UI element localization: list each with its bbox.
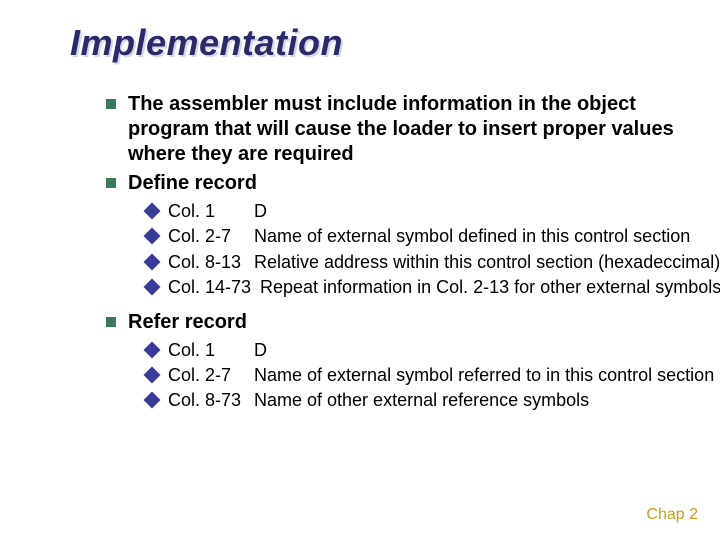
col-desc: Name of external symbol defined in this …	[254, 226, 690, 246]
col-desc: D	[254, 201, 267, 221]
bullet-item: Refer record	[106, 310, 696, 335]
diamond-bullet-icon	[144, 203, 161, 220]
col-label: Col. 8-73	[168, 389, 254, 412]
slide-footer: Chap 2	[646, 506, 698, 524]
col-label: Col. 1	[168, 200, 254, 223]
col-label: Col. 2-7	[168, 364, 254, 387]
col-desc: D	[254, 340, 267, 360]
col-label: Col. 2-7	[168, 225, 254, 248]
title-block: Implementation Implementation	[70, 22, 696, 74]
col-label: Col. 1	[168, 339, 254, 362]
col-desc: Repeat information in Col. 2-13 for othe…	[260, 277, 720, 297]
sub-text: Col. 14-73Repeat information in Col. 2-1…	[168, 276, 720, 299]
sub-item: Col. 1D	[146, 339, 696, 362]
diamond-bullet-icon	[144, 366, 161, 383]
col-desc: Name of other external reference symbols	[254, 390, 589, 410]
diamond-bullet-icon	[144, 253, 161, 270]
square-bullet-icon	[106, 99, 116, 109]
slide: Implementation Implementation The assemb…	[0, 0, 720, 540]
sub-item: Col. 1D	[146, 200, 696, 223]
diamond-bullet-icon	[144, 228, 161, 245]
sub-item: Col. 2-7Name of external symbol defined …	[146, 225, 696, 248]
diamond-bullet-icon	[144, 341, 161, 358]
sub-item: Col. 2-7Name of external symbol referred…	[146, 364, 696, 387]
define-record-list: Col. 1D Col. 2-7Name of external symbol …	[146, 200, 696, 300]
col-desc: Relative address within this control sec…	[254, 252, 720, 272]
sub-item: Col. 14-73Repeat information in Col. 2-1…	[146, 276, 696, 299]
diamond-bullet-icon	[144, 279, 161, 296]
sub-text: Col. 8-13Relative address within this co…	[168, 251, 720, 274]
col-desc: Name of external symbol referred to in t…	[254, 365, 714, 385]
sub-text: Col. 2-7Name of external symbol defined …	[168, 225, 690, 248]
bullet-text: Define record	[128, 171, 257, 196]
sub-text: Col. 1D	[168, 200, 267, 223]
bullet-item: The assembler must include information i…	[106, 92, 696, 167]
slide-title: Implementation	[70, 22, 343, 64]
col-label: Col. 8-13	[168, 251, 254, 274]
refer-record-list: Col. 1D Col. 2-7Name of external symbol …	[146, 339, 696, 413]
bullet-group: Refer record	[106, 310, 696, 335]
sub-item: Col. 8-13Relative address within this co…	[146, 251, 696, 274]
bullet-text: The assembler must include information i…	[128, 92, 696, 167]
sub-text: Col. 8-73Name of other external referenc…	[168, 389, 589, 412]
sub-text: Col. 1D	[168, 339, 267, 362]
diamond-bullet-icon	[144, 392, 161, 409]
col-label: Col. 14-73	[168, 276, 260, 299]
bullet-item: Define record	[106, 171, 696, 196]
sub-text: Col. 2-7Name of external symbol referred…	[168, 364, 714, 387]
sub-item: Col. 8-73Name of other external referenc…	[146, 389, 696, 412]
square-bullet-icon	[106, 178, 116, 188]
square-bullet-icon	[106, 317, 116, 327]
bullet-group: The assembler must include information i…	[106, 92, 696, 196]
bullet-text: Refer record	[128, 310, 247, 335]
